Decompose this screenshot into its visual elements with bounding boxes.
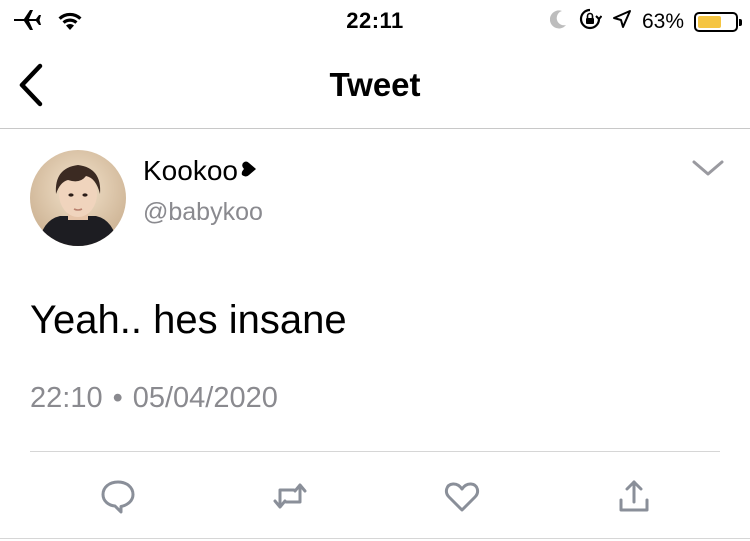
reply-button[interactable] (98, 476, 138, 516)
heart-icon (240, 160, 258, 183)
share-button[interactable] (614, 476, 654, 516)
like-button[interactable] (442, 476, 482, 516)
tweet-header: Kookoo @babykoo (30, 150, 730, 250)
username-handle[interactable]: @babykoo (143, 198, 263, 227)
tweet-menu-button[interactable] (690, 156, 726, 180)
like-icon (444, 482, 480, 512)
nav-bar: Tweet (0, 42, 750, 129)
chevron-down-icon (692, 160, 724, 176)
reply-icon (101, 480, 135, 514)
tweet-actions (0, 470, 750, 520)
tweet-text: Yeah.. hes insane (30, 298, 347, 342)
meta-separator: • (112, 382, 123, 414)
battery-percent: 63% (641, 9, 684, 33)
battery-level-fill (698, 15, 721, 28)
page-title: Tweet (329, 66, 421, 103)
display-name[interactable]: Kookoo (143, 155, 238, 187)
location-arrow-icon (612, 9, 632, 34)
moon-icon (549, 9, 568, 34)
rotation-lock-icon (578, 7, 603, 36)
share-icon (619, 480, 649, 512)
bottom-divider (0, 538, 750, 539)
status-bar: 22:11 63% (0, 0, 750, 42)
retweet-icon (273, 483, 307, 509)
tweet-time: 22:10 (30, 382, 103, 414)
status-right: 63% (549, 7, 742, 36)
avatar[interactable] (30, 150, 126, 246)
tweet-timestamp: 22:10 • 05/04/2020 (30, 382, 278, 415)
battery-icon (694, 11, 742, 32)
display-name-row: Kookoo (143, 155, 258, 187)
divider (30, 451, 720, 452)
tweet-date: 05/04/2020 (132, 382, 278, 414)
battery-tip (739, 18, 742, 26)
retweet-button[interactable] (270, 476, 310, 516)
